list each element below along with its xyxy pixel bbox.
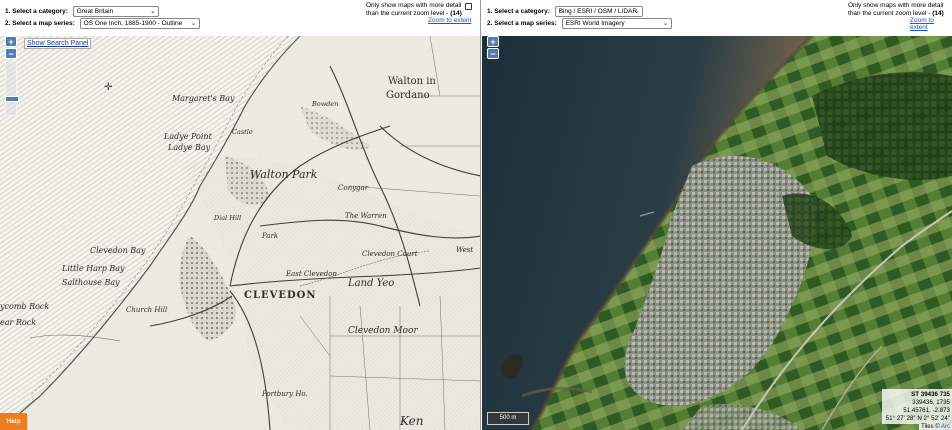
right-zoom-control: + − xyxy=(487,36,500,60)
chevron-down-icon: ⌄ xyxy=(149,8,156,15)
map-label-walton: Walton in xyxy=(388,76,436,87)
lat-lon-decimal: 51.45761, -2.873 xyxy=(903,407,950,414)
crosshair-cursor-icon: ✛ xyxy=(104,82,113,93)
map-label-ladye-bay: Ladye Bay xyxy=(168,143,211,152)
zoom-level: (14) xyxy=(932,10,944,17)
map-label-the-warren: The Warren xyxy=(345,212,387,220)
map-label-margarets-bay: Margaret's Bay xyxy=(172,94,235,103)
detail-option-text: Only show maps with more detail than the… xyxy=(848,2,944,18)
series-label: 2. Select a map series: xyxy=(487,20,557,28)
grid-reference: ST 39436 735 xyxy=(911,391,950,398)
map-label-bear-rock: ear Rock xyxy=(0,318,37,327)
historic-map[interactable]: Margaret's Bay Walton in Gordano Ladye P… xyxy=(0,35,480,430)
map-label-dial-hill: Dial Hill xyxy=(214,214,242,222)
category-select-value: Great Britain xyxy=(76,8,114,15)
map-series-select-value: ESRI World Imagery xyxy=(565,20,625,27)
scale-bar: 500 m xyxy=(487,412,529,425)
zoom-slider-track[interactable] xyxy=(5,61,19,116)
map-label-little-harp-bay: Little Harp Bay xyxy=(62,264,125,273)
map-label-portbury: Portbury Ho. xyxy=(262,390,308,398)
category-select-value: Bing / ESRI / OSM / LIDAR xyxy=(558,8,638,15)
chevron-down-icon: ⌄ xyxy=(633,8,640,15)
detail-option-text: Only show maps with more detail than the… xyxy=(366,2,462,18)
chevron-down-icon: ⌄ xyxy=(662,20,669,27)
map-label-conygar: Conygar xyxy=(338,184,369,192)
zoom-to-extent-link[interactable]: Zoom to extent xyxy=(428,17,471,24)
map-label-clevedon-moor: Clevedon Moor xyxy=(348,326,418,336)
zoom-out-button[interactable]: − xyxy=(5,48,17,59)
chevron-down-icon: ⌄ xyxy=(190,20,197,27)
series-label: 2. Select a map series: xyxy=(5,20,75,28)
category-select[interactable]: Bing / ESRI / OSM / LIDAR ⌄ xyxy=(554,6,643,17)
map-label-west: West xyxy=(456,246,474,254)
map-series-select-value: OS One Inch, 1885-1900 - Outline xyxy=(83,20,183,27)
zoom-level: (14) xyxy=(450,10,462,17)
map-label-land-yeo: Land Yeo xyxy=(348,278,395,289)
credit-text: Tiles © xyxy=(921,424,941,430)
zoom-out-button[interactable]: − xyxy=(487,48,499,59)
map-label-gordano: Gordano xyxy=(386,90,430,101)
coordinates-panel: ST 39436 735 339436, 1735 51.45761, -2.8… xyxy=(882,389,952,424)
map-label-clevedon-court: Clevedon Court xyxy=(362,250,418,258)
map-label-castle: Castle xyxy=(232,128,253,136)
credit-link[interactable]: Arc xyxy=(941,424,950,430)
left-series-row: 2. Select a map series: OS One Inch, 188… xyxy=(5,18,200,29)
category-label: 1. Select a category: xyxy=(487,8,550,16)
right-series-row: 2. Select a map series: ESRI World Image… xyxy=(487,18,672,29)
map-label-clevedon-bay: Clevedon Bay xyxy=(90,246,146,255)
satellite-map[interactable]: + − 500 m ST 39436 735 339436, 1735 51.4… xyxy=(482,34,952,430)
map-label-park: Park xyxy=(262,232,279,240)
zoom-slider-handle[interactable] xyxy=(5,96,19,102)
help-button[interactable]: Help xyxy=(0,413,27,430)
lat-lon-dms: 51° 27' 28" N 2° 52' 24" xyxy=(885,415,950,422)
right-toolbar: 1. Select a category: Bing / ESRI / OSM … xyxy=(482,0,952,36)
satellite-map-canvas xyxy=(482,34,952,430)
left-category-row: 1. Select a category: Great Britain ⌄ xyxy=(5,6,159,17)
left-toolbar: 1. Select a category: Great Britain ⌄ 2.… xyxy=(0,0,480,36)
detail-line-2: than the current zoom level - xyxy=(366,10,449,17)
map-series-select[interactable]: ESRI World Imagery ⌄ xyxy=(561,18,672,29)
tile-credit: Tiles © Arc xyxy=(919,424,952,430)
right-map-pane: 1. Select a category: Bing / ESRI / OSM … xyxy=(482,0,952,430)
detail-line-2: than the current zoom level - xyxy=(848,10,931,17)
detail-line-1: Only show maps with more detail xyxy=(848,2,944,9)
map-label-ken: Ken xyxy=(400,414,424,428)
map-label-clevedon: CLEVEDON xyxy=(244,290,317,301)
map-label-bowden: Bowden xyxy=(312,100,339,108)
left-zoom-control: + − xyxy=(5,36,19,116)
detail-checkbox[interactable] xyxy=(465,3,472,10)
map-label-church-hill: Church Hill xyxy=(126,306,168,314)
zoom-in-button[interactable]: + xyxy=(487,36,499,47)
show-search-panel-link[interactable]: Show Search Panel xyxy=(24,38,92,49)
map-series-select[interactable]: OS One Inch, 1885-1900 - Outline ⌄ xyxy=(79,18,200,29)
map-label-walton-park: Walton Park xyxy=(250,168,318,181)
category-label: 1. Select a category: xyxy=(5,8,68,16)
zoom-to-extent-link[interactable]: Zoom to extent xyxy=(910,17,952,31)
left-map-pane: 1. Select a category: Great Britain ⌄ 2.… xyxy=(0,0,481,430)
zoom-in-button[interactable]: + xyxy=(5,36,17,47)
map-label-east-clevedon: East Clevedon xyxy=(286,270,337,278)
easting-northing: 339436, 1735 xyxy=(912,399,950,406)
map-label-salthouse-bay: Salthouse Bay xyxy=(62,278,120,287)
category-select[interactable]: Great Britain ⌄ xyxy=(72,6,159,17)
map-label-ladye-point: Ladye Point xyxy=(164,132,212,141)
right-category-row: 1. Select a category: Bing / ESRI / OSM … xyxy=(487,6,643,17)
detail-line-1: Only show maps with more detail xyxy=(366,2,462,9)
map-label-comb-rock: ycomb Rock xyxy=(0,302,50,311)
